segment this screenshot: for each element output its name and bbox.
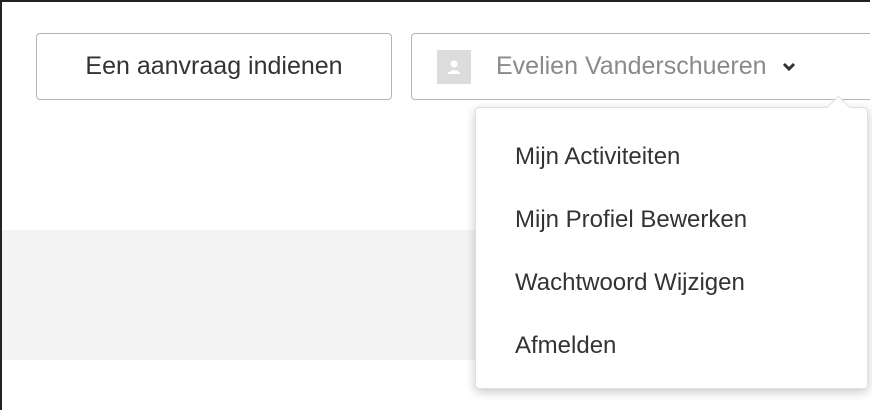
user-dropdown-menu: Mijn Activiteiten Mijn Profiel Bewerken … [475, 95, 868, 389]
user-avatar-icon [437, 49, 471, 84]
submit-request-button[interactable]: Een aanvraag indienen [36, 33, 392, 100]
menu-item-edit-profile[interactable]: Mijn Profiel Bewerken [476, 188, 867, 251]
menu-item-change-password[interactable]: Wachtwoord Wijzigen [476, 251, 867, 314]
user-menu-button[interactable]: Evelien Vanderschueren [411, 33, 870, 100]
submit-request-label: Een aanvraag indienen [85, 52, 343, 80]
menu-item-my-activities[interactable]: Mijn Activiteiten [476, 125, 867, 188]
menu-item-logout[interactable]: Afmelden [476, 314, 867, 377]
user-name: Evelien Vanderschueren [496, 52, 767, 80]
chevron-down-icon [781, 59, 797, 75]
